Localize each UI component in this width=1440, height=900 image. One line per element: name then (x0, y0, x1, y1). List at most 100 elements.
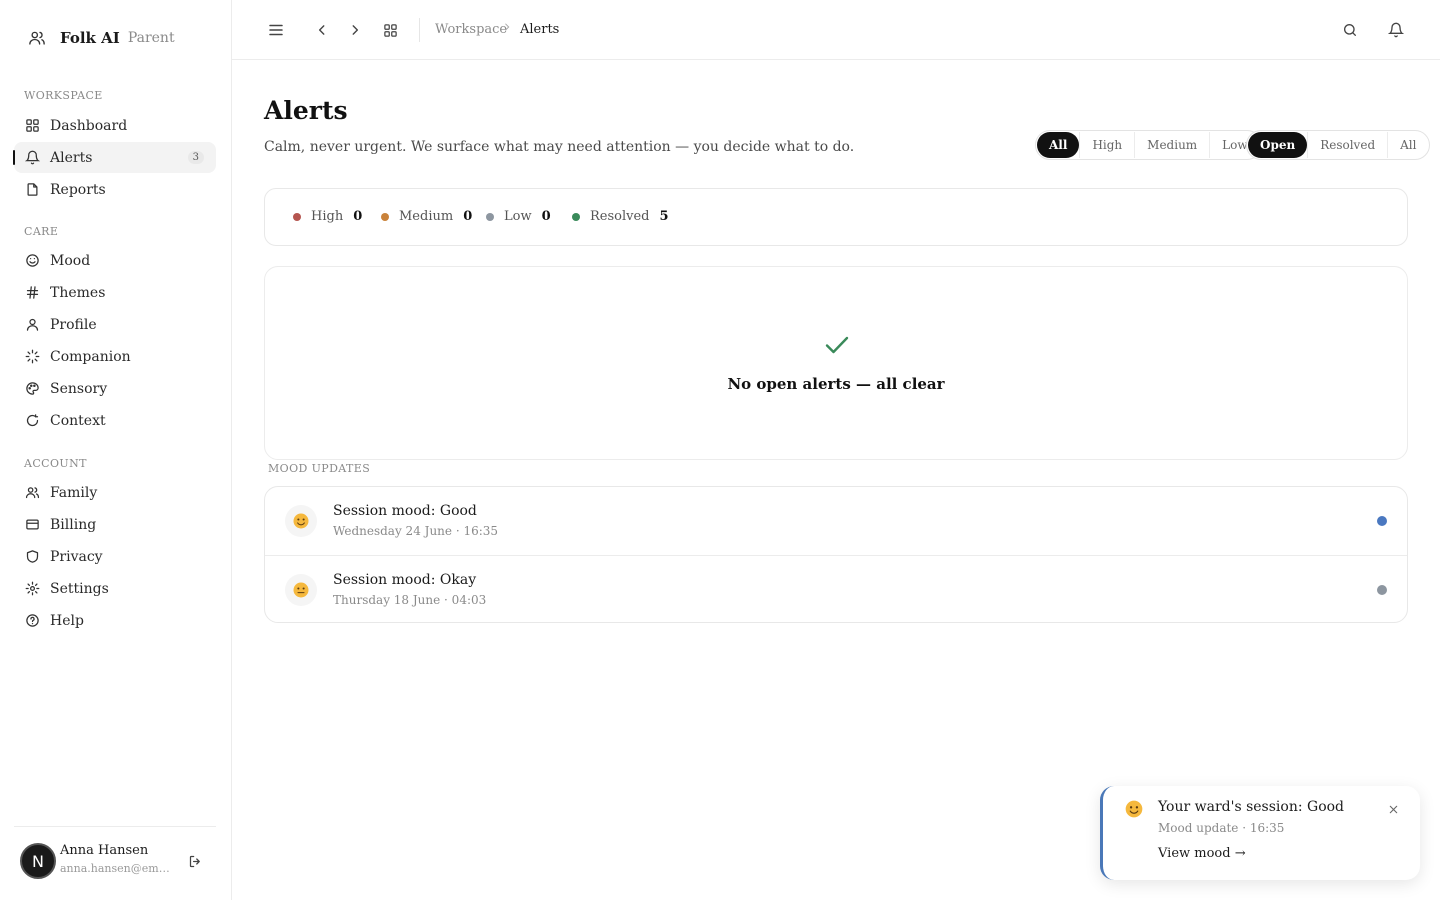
status-filter-all[interactable]: All (1387, 132, 1428, 158)
severity-filter-medium[interactable]: Medium (1134, 132, 1209, 158)
read-dot (1377, 585, 1387, 595)
mood-update-time: Wednesday 24 June · 16:35 (333, 524, 499, 538)
logout-button[interactable] (186, 852, 204, 870)
toast-close-button[interactable] (1386, 802, 1400, 816)
stat-medium: Medium 0 (381, 209, 472, 224)
stat-label: Low (504, 209, 532, 224)
sidebar-item-label: Settings (50, 580, 109, 597)
search-button[interactable] (1340, 20, 1360, 40)
mood-updates-list: Session mood: Good Wednesday 24 June · 1… (264, 486, 1408, 623)
sidebar-item-label: Companion (50, 348, 131, 365)
mood-update-title: Session mood: Good (333, 503, 477, 519)
stat-low: Low 0 (486, 209, 551, 224)
topbar: Workspace Alerts (232, 0, 1440, 60)
card-icon (24, 517, 40, 533)
sidebar-item-label: Alerts (50, 149, 93, 166)
sidebar-item-billing[interactable]: Billing (14, 509, 216, 540)
sidebar-item-label: Themes (50, 284, 106, 301)
chevron-right-icon (502, 21, 512, 36)
status-filter-resolved[interactable]: Resolved (1307, 132, 1387, 158)
alerts-count-badge: 3 (187, 151, 204, 164)
help-icon (24, 613, 40, 629)
sidebar-item-label: Context (50, 412, 106, 429)
sidebar-item-settings[interactable]: Settings (14, 573, 216, 604)
mood-toast: Your ward's session: Good Mood update · … (1100, 786, 1420, 880)
status-filter: Open Resolved All (1246, 130, 1431, 160)
gear-icon (24, 581, 40, 597)
sidebar-item-label: Help (50, 612, 84, 629)
shield-icon (24, 549, 40, 565)
sidebar-item-themes[interactable]: Themes (14, 277, 216, 308)
chevron-left-icon (315, 23, 329, 37)
sparkle-icon (24, 349, 40, 365)
menu-icon (267, 21, 285, 39)
stat-label: High (311, 209, 344, 224)
sidebar-item-help[interactable]: Help (14, 605, 216, 636)
logout-icon (188, 854, 203, 869)
notifications-button[interactable] (1386, 20, 1406, 40)
divider (419, 18, 420, 42)
stat-label: Medium (399, 209, 454, 224)
stat-label: Resolved (590, 209, 650, 224)
severity-filter-all[interactable]: All (1037, 132, 1080, 158)
sidebar-item-profile[interactable]: Profile (14, 309, 216, 340)
circle-icon (24, 413, 40, 429)
severity-filter-high[interactable]: High (1079, 132, 1134, 158)
back-button[interactable] (312, 20, 332, 40)
view-mood-link[interactable]: View mood → (1158, 846, 1246, 861)
smile-icon (24, 253, 40, 269)
sidebar-item-label: Privacy (50, 548, 103, 565)
user-email: anna.hansen@email.com (60, 862, 170, 875)
sidebar-item-label: Reports (50, 181, 106, 198)
user-account: N Anna Hansen anna.hansen@email.com (14, 826, 216, 900)
close-icon (1388, 804, 1399, 815)
stat-high: High 0 (293, 209, 362, 224)
sidebar-item-companion[interactable]: Companion (14, 341, 216, 372)
neutral-face-icon (285, 574, 317, 606)
mood-update-item[interactable]: Session mood: Okay Thursday 18 June · 04… (265, 555, 1407, 622)
sidebar-item-label: Family (50, 484, 98, 501)
empty-state-text: No open alerts — all clear (727, 375, 945, 393)
sidebar-item-privacy[interactable]: Privacy (14, 541, 216, 572)
check-icon (824, 333, 850, 357)
section-label-workspace: WORKSPACE (24, 89, 103, 102)
severity-filter: All High Medium Low (1035, 130, 1262, 160)
bell-icon (24, 150, 40, 166)
status-dot (486, 212, 494, 221)
sidebar-item-context[interactable]: Context (14, 405, 216, 436)
status-dot (381, 212, 389, 221)
grid-icon (383, 23, 398, 38)
sidebar: Folk AI Parent WORKSPACE Dashboard Alert… (0, 0, 232, 900)
smiling-face-icon (1123, 798, 1145, 820)
bell-icon (1388, 22, 1404, 38)
empty-state: No open alerts — all clear (264, 266, 1408, 460)
sidebar-item-alerts[interactable]: Alerts 3 (13, 142, 216, 173)
sidebar-item-label: Billing (50, 516, 97, 533)
page-title: Alerts (264, 96, 348, 125)
sidebar-item-dashboard[interactable]: Dashboard (14, 110, 216, 141)
toast-subtitle: Mood update · 16:35 (1158, 821, 1285, 835)
menu-toggle-button[interactable] (266, 20, 286, 40)
search-icon (1342, 22, 1358, 38)
user-name: Anna Hansen (60, 843, 149, 858)
users-icon (24, 485, 40, 501)
file-icon (24, 182, 40, 198)
breadcrumb-workspace[interactable]: Workspace (435, 22, 507, 37)
sidebar-item-sensory[interactable]: Sensory (14, 373, 216, 404)
forward-button[interactable] (345, 20, 365, 40)
sidebar-item-label: Mood (50, 252, 91, 269)
chevron-right-icon (348, 23, 362, 37)
section-label-account: ACCOUNT (24, 457, 87, 470)
smiling-face-icon (285, 505, 317, 537)
sidebar-item-reports[interactable]: Reports (14, 174, 216, 205)
status-dot (293, 212, 301, 221)
apps-button[interactable] (380, 20, 400, 40)
brand[interactable]: Folk AI Parent (28, 29, 175, 47)
mood-update-title: Session mood: Okay (333, 572, 477, 588)
sidebar-item-mood[interactable]: Mood (14, 245, 216, 276)
stat-value: 0 (463, 209, 473, 224)
mood-update-item[interactable]: Session mood: Good Wednesday 24 June · 1… (265, 487, 1407, 555)
status-filter-open[interactable]: Open (1248, 132, 1308, 158)
avatar[interactable]: N (20, 843, 56, 879)
sidebar-item-family[interactable]: Family (14, 477, 216, 508)
